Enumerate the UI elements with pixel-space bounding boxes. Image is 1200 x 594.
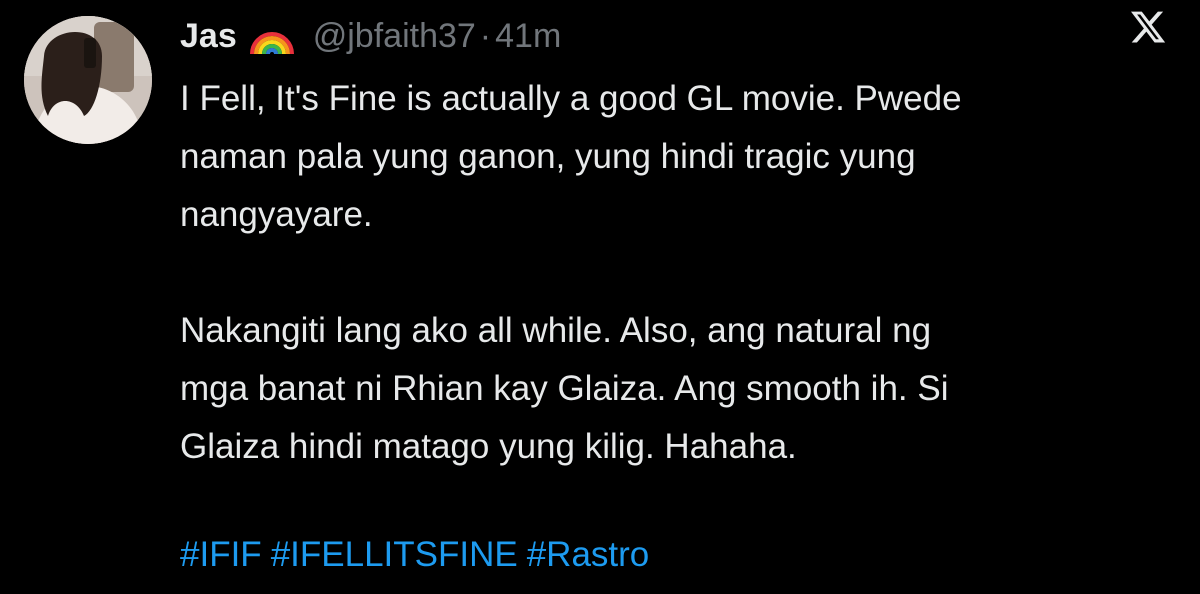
tweet-paragraph-1: I Fell, It's Fine is actually a good GL … bbox=[180, 70, 1170, 244]
hashtag-list: #IFIF #IFELLITSFINE #Rastro bbox=[180, 526, 658, 584]
tweet-line: Nakangiti lang ako all while. Also, ang … bbox=[180, 311, 932, 350]
tweet-line: Glaiza hindi matago yung kilig. Hahaha. bbox=[180, 427, 797, 466]
author-handle[interactable]: @jbfaith37 bbox=[313, 17, 476, 56]
tweet-header: Jas @jbfaith37 · 41m bbox=[180, 10, 561, 62]
avatar-photo bbox=[24, 16, 152, 144]
tweet-line: naman pala yung ganon, yung hindi tragic… bbox=[180, 137, 916, 176]
tweet-timestamp[interactable]: 41m bbox=[495, 17, 561, 56]
header-separator: · bbox=[479, 16, 492, 55]
tweet-line: I Fell, It's Fine is actually a good GL … bbox=[180, 79, 962, 118]
tweet-text: I Fell, It's Fine is actually a good GL … bbox=[180, 70, 1170, 476]
tweet-line: nangyayare. bbox=[180, 195, 373, 234]
tweet-paragraph-2: Nakangiti lang ako all while. Also, ang … bbox=[180, 302, 1170, 476]
rainbow-emoji-icon bbox=[249, 16, 295, 56]
hashtag-link[interactable]: #IFIF bbox=[180, 535, 262, 574]
x-logo-icon[interactable] bbox=[1128, 8, 1168, 46]
hashtag-link[interactable]: #IFELLITSFINE bbox=[271, 535, 518, 574]
tweet-card: Jas @jbfaith37 · 41m I Fell, It's Fine i… bbox=[0, 0, 1200, 594]
tweet-line: mga banat ni Rhian kay Glaiza. Ang smoot… bbox=[180, 369, 949, 408]
author-name[interactable]: Jas bbox=[180, 17, 237, 56]
avatar[interactable] bbox=[24, 16, 152, 144]
hashtag-link[interactable]: #Rastro bbox=[527, 535, 650, 574]
